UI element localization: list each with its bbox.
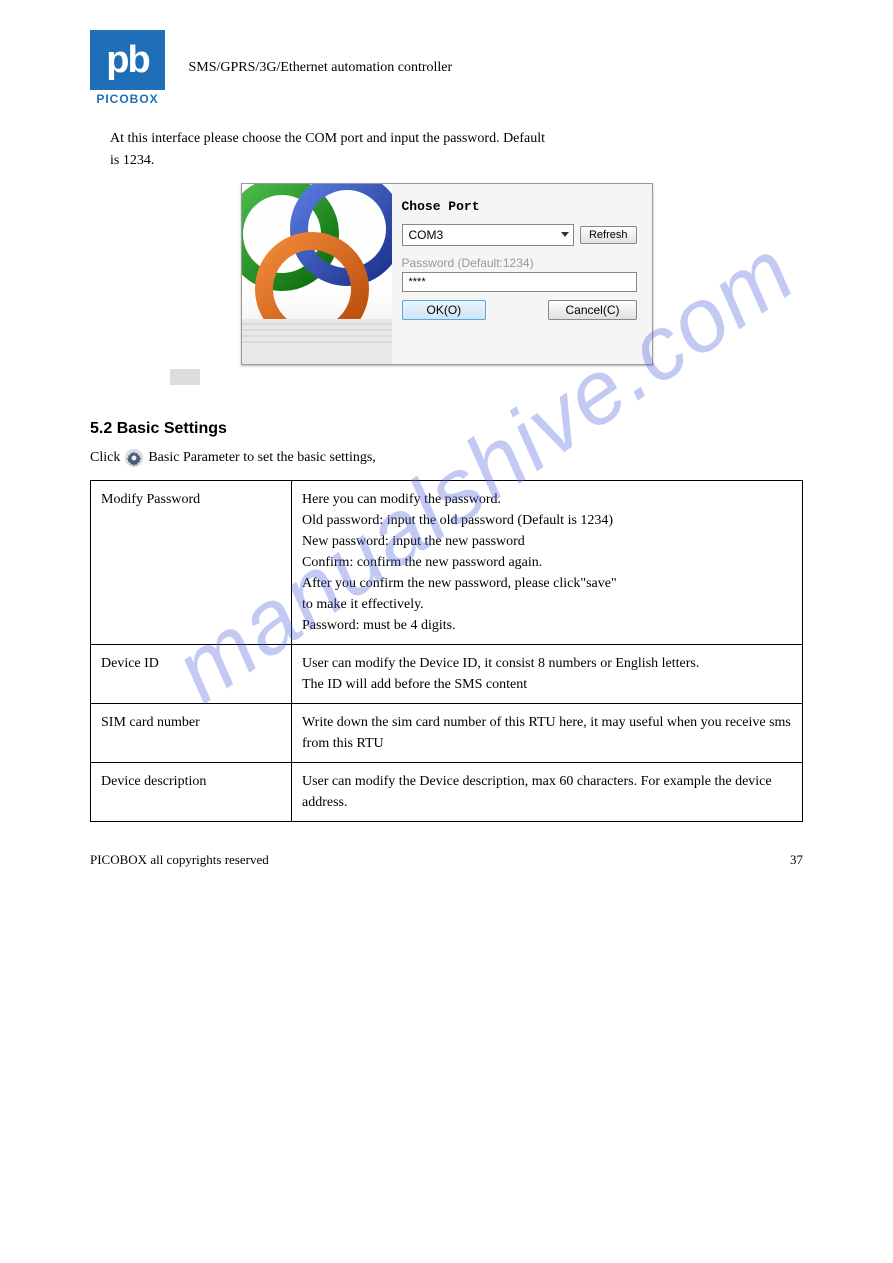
cell-item: SIM card number — [91, 703, 292, 762]
password-input[interactable]: **** — [402, 272, 637, 292]
cell-item: Device ID — [91, 644, 292, 703]
port-combobox[interactable]: COM3 — [402, 224, 574, 246]
intro-text: At this interface please choose the COM … — [110, 128, 803, 173]
table-row: Device description User can modify the D… — [91, 762, 803, 821]
rings-graphic — [242, 184, 392, 364]
table-row: Modify Password Here you can modify the … — [91, 480, 803, 644]
choose-port-dialog: Chose Port COM3 Refresh Password (Defaul… — [241, 183, 653, 365]
cell-details: Write down the sim card number of this R… — [292, 703, 803, 762]
password-label: Password (Default:1234) — [402, 256, 637, 270]
header-title: SMS/GPRS/3G/Ethernet automation controll… — [189, 60, 453, 76]
dialog-title: Chose Port — [402, 199, 637, 214]
table-row: Device ID User can modify the Device ID,… — [91, 644, 803, 703]
basic-params-table: Modify Password Here you can modify the … — [90, 480, 803, 822]
logo: pb PICOBOX — [90, 30, 165, 106]
chevron-down-icon — [561, 232, 569, 237]
cell-item: Modify Password — [91, 480, 292, 644]
placeholder-grey-block — [170, 369, 200, 385]
page-number: 37 — [790, 852, 803, 868]
header-row: pb PICOBOX SMS/GPRS/3G/Ethernet automati… — [90, 30, 803, 108]
ok-button[interactable]: OK(O) — [402, 300, 487, 320]
logo-text: PICOBOX — [90, 92, 165, 106]
port-value: COM3 — [409, 228, 444, 242]
cell-details: Here you can modify the password. Old pa… — [292, 480, 803, 644]
table-row: SIM card number Write down the sim card … — [91, 703, 803, 762]
password-value: **** — [409, 276, 426, 288]
subline-suffix: Basic Parameter to set the basic setting… — [148, 450, 375, 466]
cell-details: User can modify the Device description, … — [292, 762, 803, 821]
intro-line2: is 1234. — [110, 153, 154, 168]
footer: PICOBOX all copyrights reserved 37 — [90, 852, 803, 868]
cell-item: Device description — [91, 762, 292, 821]
refresh-button[interactable]: Refresh — [580, 226, 637, 244]
subline-prefix: Click — [90, 450, 120, 466]
basic-settings-subline: Click Basic Parameter to set the basic s… — [90, 448, 803, 468]
section-heading-basic-settings: 5.2 Basic Settings — [90, 420, 803, 438]
logo-mark: pb — [90, 30, 165, 90]
gear-icon — [124, 448, 144, 468]
footer-copyright: PICOBOX all copyrights reserved — [90, 852, 269, 868]
cell-details: User can modify the Device ID, it consis… — [292, 644, 803, 703]
intro-line1: At this interface please choose the COM … — [110, 131, 545, 146]
cancel-button[interactable]: Cancel(C) — [548, 300, 636, 320]
